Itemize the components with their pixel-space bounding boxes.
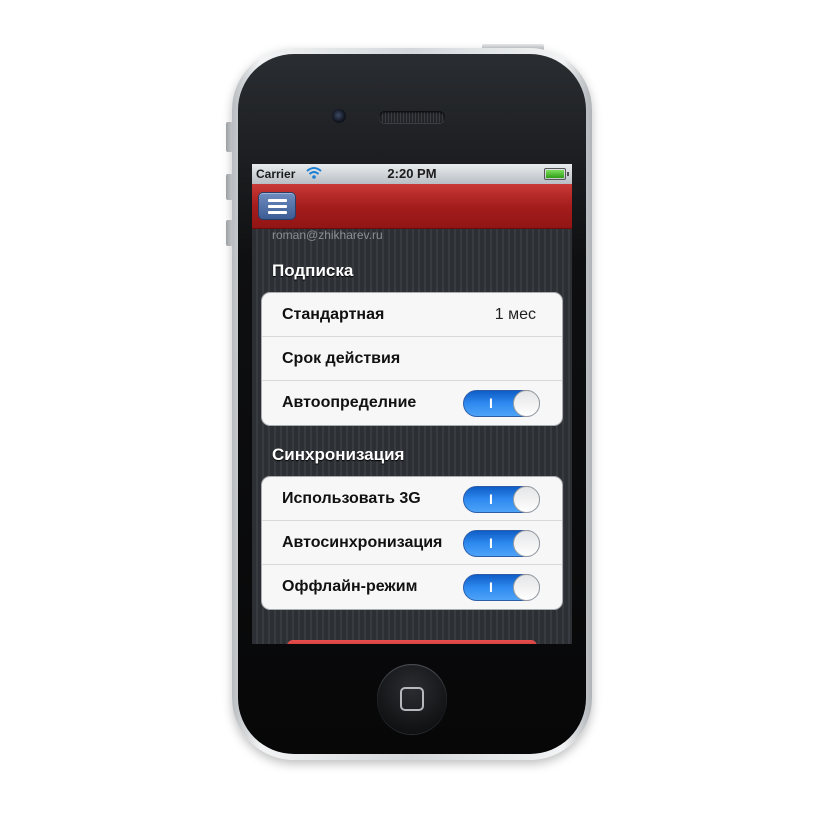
row-use-3g: Использовать 3G I (262, 477, 562, 521)
toggle-on-mark: I (489, 535, 493, 551)
toggle-knob (513, 486, 540, 513)
autosync-toggle[interactable]: I (463, 530, 540, 557)
row-label: Оффлайн-режим (282, 578, 418, 595)
section-title-subscription: Подписка (272, 261, 354, 280)
row-label: Автосинхронизация (282, 534, 443, 551)
use-3g-toggle[interactable]: I (463, 486, 540, 513)
account-email: roman@zhikharev.ru (272, 228, 383, 242)
front-camera (332, 109, 346, 123)
toggle-on-mark: I (489, 579, 493, 595)
status-time: 2:20 PM (387, 166, 437, 181)
navigation-bar (252, 184, 572, 229)
partial-action-button[interactable] (287, 640, 537, 644)
menu-button[interactable] (258, 192, 296, 220)
status-bar: Carrier 2:20 PM (252, 164, 572, 184)
section-title-sync: Синхронизация (272, 445, 405, 464)
subscription-group: Стандартная 1 мес Срок действия Автоопре… (261, 292, 563, 426)
row-validity[interactable]: Срок действия (262, 337, 562, 381)
toggle-knob (513, 574, 540, 601)
row-label: Автоопределние (282, 394, 417, 411)
row-value: 1 мес (494, 306, 536, 323)
row-autosync: Автосинхронизация I (262, 521, 562, 565)
menu-icon (268, 199, 287, 202)
row-standard[interactable]: Стандартная 1 мес (262, 293, 562, 337)
toggle-knob (513, 390, 540, 417)
row-offline: Оффлайн-режим I (262, 565, 562, 609)
row-label: Использовать 3G (282, 490, 421, 507)
home-button-icon (400, 687, 424, 711)
toggle-knob (513, 530, 540, 557)
offline-toggle[interactable]: I (463, 574, 540, 601)
row-label: Срок действия (282, 350, 401, 367)
earpiece-speaker (379, 111, 445, 123)
home-button[interactable] (377, 664, 447, 734)
row-label: Стандартная (282, 306, 385, 323)
row-autodetect: Автоопределние I (262, 381, 562, 425)
toggle-on-mark: I (489, 395, 493, 411)
toggle-on-mark: I (489, 491, 493, 507)
battery-icon (544, 168, 569, 180)
app-screen: Carrier 2:20 PM roman@zhikharev.ru Подпи… (252, 164, 572, 644)
autodetect-toggle[interactable]: I (463, 390, 540, 417)
sync-group: Использовать 3G I Автосинхронизация I Оф… (261, 476, 563, 610)
